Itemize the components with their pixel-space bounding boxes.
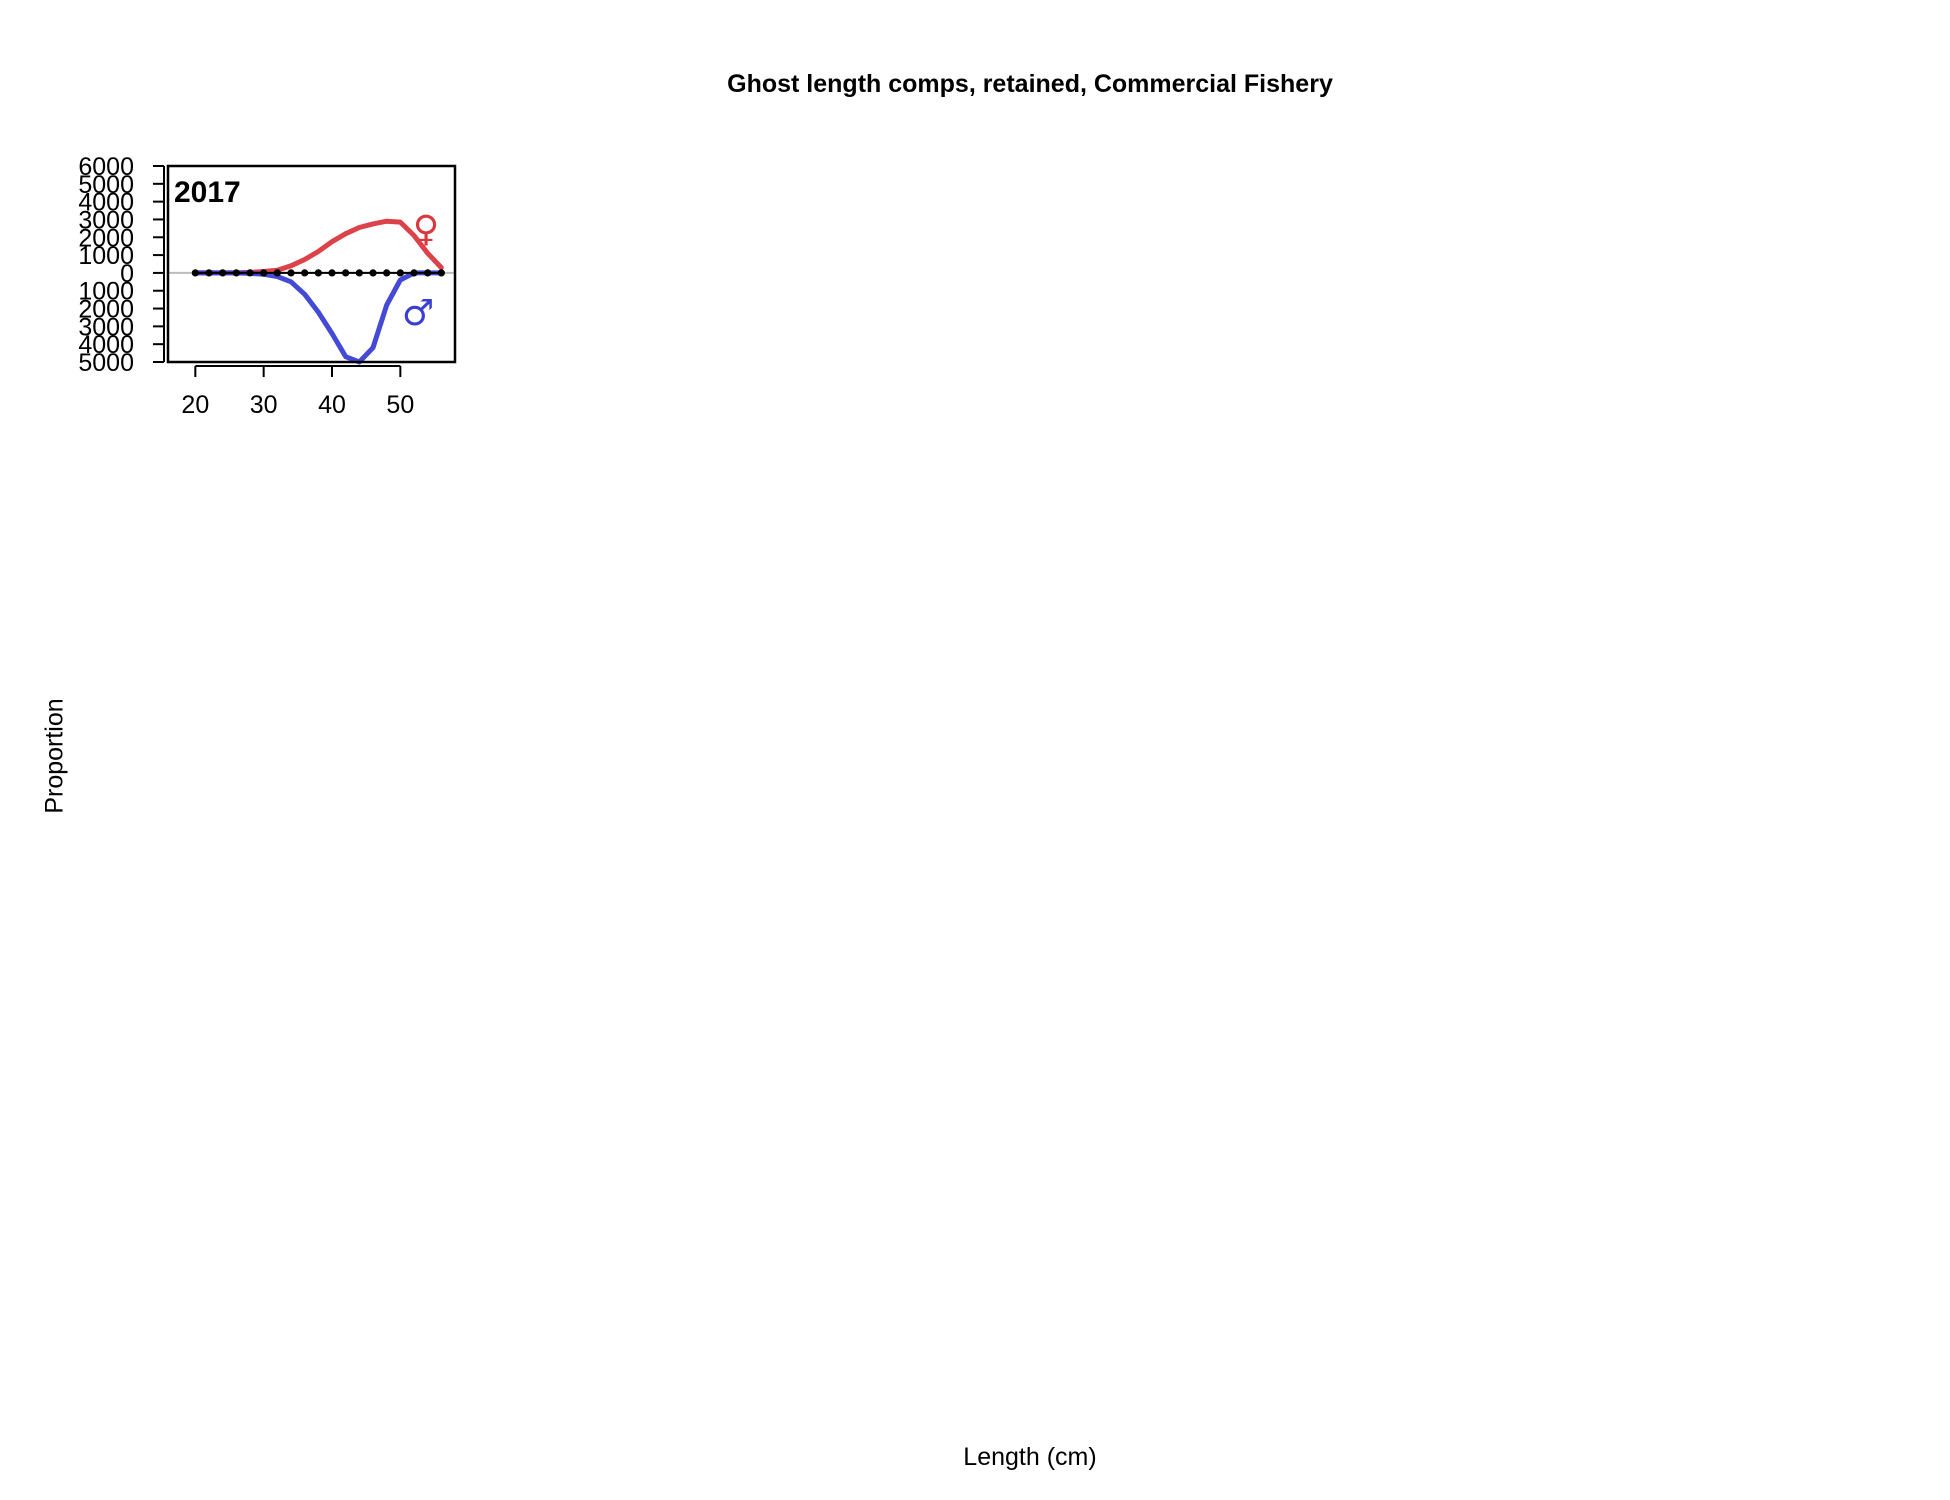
chart-panel: 20 30 40 5060005000400030002000100001000200… xyxy=(78,153,457,419)
y-tick-label: 5000 xyxy=(78,349,134,377)
observed-point xyxy=(328,269,336,277)
observed-point xyxy=(437,269,445,277)
observed-point xyxy=(396,269,404,277)
male-symbol: ♂ xyxy=(402,293,434,334)
panel-group: 20 30 40 5060005000400030002000100001000200… xyxy=(78,153,457,419)
observed-point xyxy=(232,269,240,277)
x-tick-label: 50 xyxy=(386,391,414,419)
observed-point xyxy=(314,269,322,277)
x-tick-label: 20 xyxy=(181,391,209,419)
observed-point xyxy=(355,269,363,277)
observed-point xyxy=(260,269,268,277)
observed-point xyxy=(369,269,377,277)
observed-point xyxy=(383,269,391,277)
panel-year-label: 2017 xyxy=(174,176,241,209)
observed-point xyxy=(424,269,432,277)
x-tick-label: 30 xyxy=(250,391,278,419)
female-symbol: ♀ xyxy=(413,209,439,250)
observed-point xyxy=(273,269,281,277)
observed-point xyxy=(342,269,350,277)
observed-point xyxy=(410,269,418,277)
observed-point xyxy=(301,269,309,277)
x-tick-label: 40 xyxy=(318,391,346,419)
observed-point xyxy=(191,269,199,277)
observed-point xyxy=(219,269,227,277)
observed-point xyxy=(246,269,254,277)
observed-point xyxy=(287,269,295,277)
observed-point xyxy=(205,269,213,277)
female-series-line xyxy=(192,218,444,276)
